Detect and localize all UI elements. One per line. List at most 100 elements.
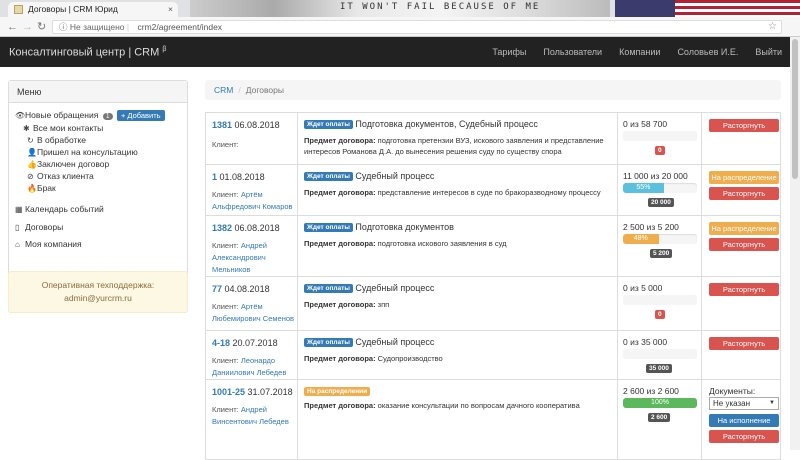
subject-label: Предмет договора: (304, 354, 376, 363)
contract-title: Судебный процесс (355, 171, 435, 181)
nav-companies[interactable]: Компании (619, 37, 660, 67)
sidebar-item-new-requests[interactable]: 👁Новые обращения 1 + Добавить (15, 110, 165, 121)
contracts-table: 1381 06.08.2018 Клиент: Ждет оплаты Подг… (205, 112, 781, 460)
subject-label: Предмет договора: (304, 401, 376, 410)
app-navbar: Консалтинговый центр | CRM β Тарифы Поль… (0, 37, 790, 67)
payment-amount: 0 из 5 000 (623, 283, 663, 293)
status-badge: Ждет оплаты (304, 172, 353, 181)
subject-label: Предмет договора: (304, 136, 376, 145)
breadcrumb-root[interactable]: CRM (214, 85, 233, 95)
home-icon: ⌂ (15, 240, 20, 249)
breadcrumb-current: Договоры (245, 85, 284, 95)
contract-title: Судебный процесс (355, 337, 435, 347)
sidebar-item-came[interactable]: 👤Пришел на консультацию (27, 147, 138, 157)
terminate-button[interactable]: Расторгнуть (709, 283, 779, 296)
debt-badge: 35 000 (646, 364, 672, 373)
contract-number[interactable]: 1001-25 (212, 387, 245, 397)
payment-amount: 2 600 из 2 600 (623, 386, 679, 396)
forward-arrow-icon[interactable]: → (22, 20, 33, 34)
execute-button[interactable]: На исполнение (709, 414, 779, 427)
payment-progress: 100% (623, 398, 697, 408)
distribute-button[interactable]: На распределение (709, 222, 779, 235)
distribute-button[interactable]: На распределение (709, 171, 779, 184)
contract-subject: представление интересов в суде по бракор… (377, 188, 601, 197)
contract-date: 31.07.2018 (247, 387, 293, 397)
browser-tabbar: Договоры | CRM Юрид × IT WON'T FAIL BECA… (0, 0, 800, 17)
table-row: 1381 06.08.2018 Клиент: Ждет оплаты Подг… (205, 113, 781, 165)
table-row: 1001-25 31.07.2018 Клиент: Андрей Винсен… (205, 380, 781, 460)
contract-number[interactable]: 1 (212, 172, 217, 182)
table-row: 1382 06.08.2018 Клиент: Андрей Александр… (205, 216, 781, 277)
eye-icon: 👁 (15, 111, 26, 120)
terminate-button[interactable]: Расторгнуть (709, 187, 779, 200)
sidebar-item-all-contacts[interactable]: ✱ Все мои контакты (23, 123, 103, 133)
contract-title: Судебный процесс (355, 283, 435, 293)
debt-badge: 5 200 (650, 249, 673, 258)
payment-progress: 55% (623, 183, 697, 193)
page-scrollbar[interactable] (790, 37, 800, 450)
debt-badge: 2 600 (648, 413, 671, 422)
tab-close-icon[interactable]: × (168, 2, 173, 17)
contract-number[interactable]: 1382 (212, 223, 232, 233)
client-label: Клиент: (212, 241, 239, 250)
sidebar-item-in-progress[interactable]: ↻ В обработке (27, 135, 86, 145)
payment-progress: 48% (623, 234, 697, 244)
terminate-button[interactable]: Расторгнуть (709, 119, 779, 132)
contract-title: Подготовка документов (355, 222, 454, 232)
status-badge: Ждет оплаты (304, 120, 353, 129)
support-title: Оперативная техподдержка: (41, 280, 155, 290)
reload-icon[interactable]: ↻ (37, 20, 46, 34)
nav-logout[interactable]: Выйти (755, 37, 782, 67)
documents-label: Документы: (709, 386, 756, 396)
contract-number[interactable]: 4-18 (212, 338, 230, 348)
brand[interactable]: Консалтинговый центр | CRM β (9, 46, 166, 59)
contract-date: 20.07.2018 (232, 338, 278, 348)
sidebar-item-contract[interactable]: 👍Заключен договор (27, 159, 109, 169)
client-label: Клиент: (212, 190, 239, 199)
thumbs-up-icon: 👍 (27, 160, 37, 169)
banner-text: IT WON'T FAIL BECAUSE OF ME (340, 2, 541, 12)
contract-date: 04.08.2018 (224, 284, 270, 294)
client-label: Клиент: (212, 140, 239, 149)
payment-progress (623, 349, 697, 359)
table-row: 1 01.08.2018 Клиент: Артём Альфредович К… (205, 165, 781, 216)
back-arrow-icon[interactable]: ← (7, 20, 18, 34)
nav-tariffs[interactable]: Тарифы (492, 37, 526, 67)
support-email[interactable]: admin@yurcrm.ru (9, 292, 187, 305)
sidebar-item-calendar[interactable]: ▦ Календарь событий (15, 204, 104, 214)
nav-users[interactable]: Пользователи (543, 37, 602, 67)
status-badge: На распределении (304, 387, 371, 396)
caret-down-icon: ▼ (769, 400, 775, 406)
table-row: 77 04.08.2018 Клиент: Артём Любемирович … (205, 277, 781, 331)
sidebar-item-refusal[interactable]: ⊘ Отказ клиента (27, 171, 94, 181)
terminate-button[interactable]: Расторгнуть (709, 238, 779, 251)
terminate-button[interactable]: Расторгнуть (709, 337, 779, 350)
contract-number[interactable]: 1381 (212, 120, 232, 130)
client-label: Клиент: (212, 302, 239, 311)
breadcrumb: CRM / Договоры (205, 80, 781, 100)
progress-fill: 48% (623, 234, 659, 244)
nav-user-profile[interactable]: Соловьев И.Е. (677, 37, 738, 67)
progress-fill (623, 295, 697, 305)
payment-progress (623, 295, 697, 305)
contract-number[interactable]: 77 (212, 284, 222, 294)
subject-label: Предмет договора: (304, 300, 376, 309)
subject-label: Предмет договора: (304, 239, 376, 248)
progress-fill: 100% (623, 398, 697, 408)
documents-select[interactable]: Не указан ▼ (709, 397, 779, 410)
sidebar-item-contracts[interactable]: ▯ Договоры (15, 222, 63, 232)
sidebar-item-defect[interactable]: 🔥Брак (27, 183, 56, 193)
address-bar: ← → ↻ ⓘ Не защищено | crm2/agreement/ind… (0, 17, 800, 50)
terminate-button[interactable]: Расторгнуть (709, 430, 779, 443)
info-icon[interactable]: ⓘ (59, 22, 68, 32)
sidebar-item-company[interactable]: ⌂ Моя компания (15, 239, 82, 249)
url-input[interactable]: ⓘ Не защищено | crm2/agreement/index ☆ (52, 20, 782, 34)
debt-badge: 20 000 (648, 198, 674, 207)
browser-tab[interactable]: Договоры | CRM Юрид × (8, 2, 178, 17)
nav-links: Тарифы Пользователи Компании Соловьев И.… (475, 37, 782, 67)
user-icon: 👤 (27, 148, 37, 157)
add-request-button[interactable]: + Добавить (116, 110, 165, 121)
payment-amount: 11 000 из 20 000 (623, 171, 688, 181)
bookmark-star-icon[interactable]: ☆ (768, 21, 777, 33)
client-label: Клиент: (212, 405, 239, 414)
